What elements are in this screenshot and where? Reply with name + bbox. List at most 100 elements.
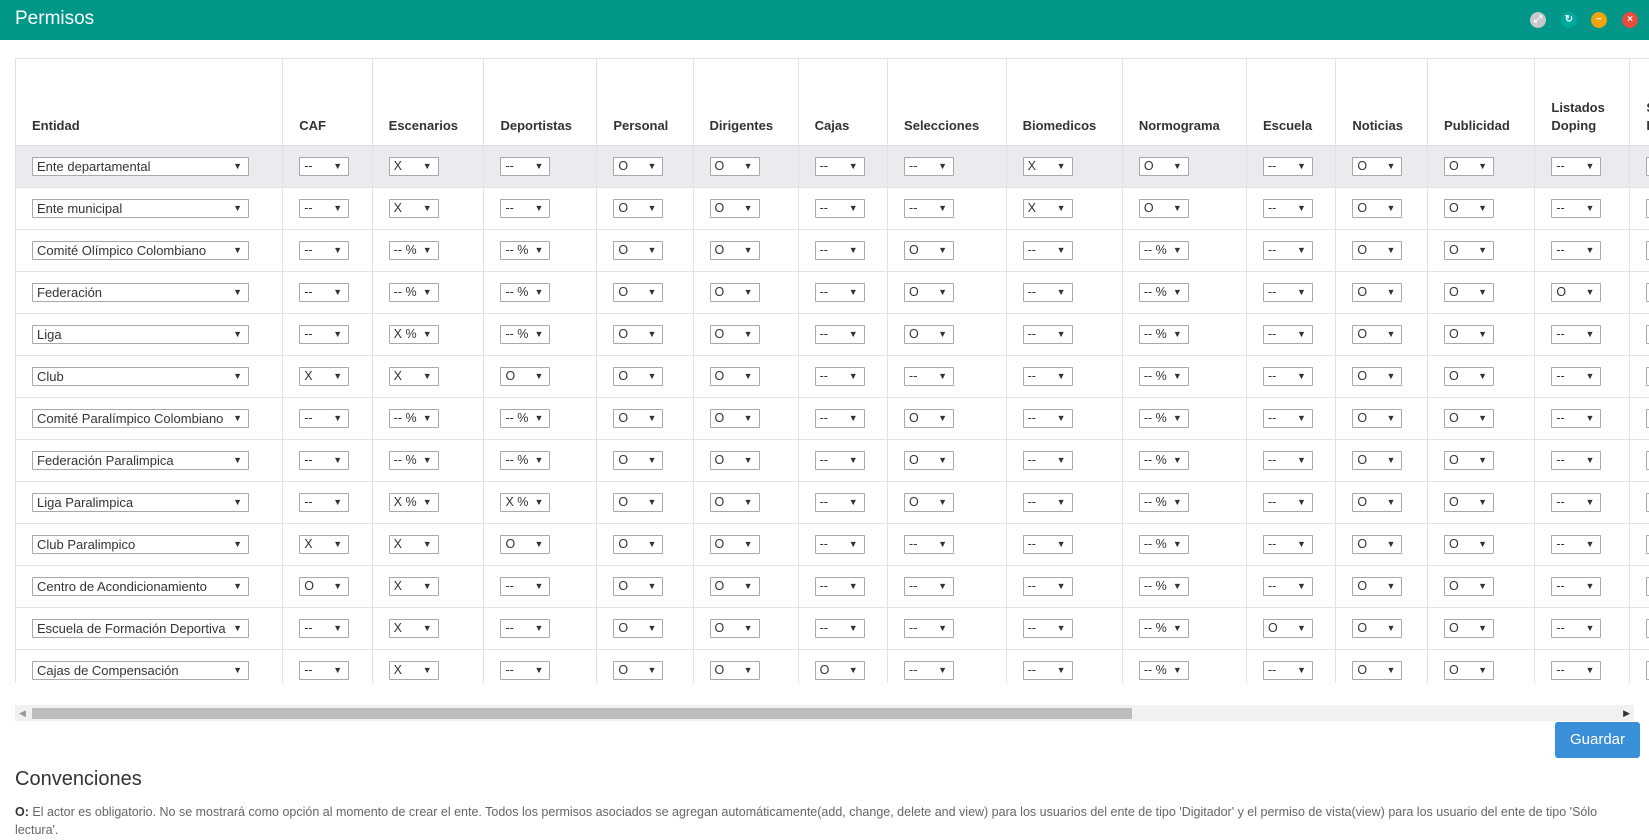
permission-select[interactable]: -- ▼	[1551, 157, 1602, 176]
permission-select[interactable]: -- ▼	[1262, 199, 1313, 218]
permission-select[interactable]: X % ▼	[388, 325, 439, 344]
permission-select[interactable]: X▼	[388, 199, 439, 218]
permission-select[interactable]: O ▼	[904, 493, 955, 512]
entity-select[interactable]: Federación Paralimpica ▼	[32, 451, 249, 470]
permission-select[interactable]: -- ▼	[1262, 577, 1313, 596]
permission-select[interactable]: O ▼	[709, 493, 760, 512]
permission-select[interactable]: -- ▼	[1551, 577, 1602, 596]
permission-select[interactable]: -- ▼	[1551, 409, 1602, 428]
permission-select[interactable]: X % ▼	[388, 493, 439, 512]
permission-select[interactable]: -- % ▼	[500, 409, 551, 428]
permission-select[interactable]: O ▼	[904, 241, 955, 260]
entity-select[interactable]: Ente departamental ▼	[32, 157, 249, 176]
permission-select[interactable]: X▼	[388, 661, 439, 680]
permission-select[interactable]: O ▼	[1444, 535, 1495, 554]
permission-select[interactable]: -- ▼	[500, 619, 551, 638]
permission-select[interactable]: -- ▼	[1262, 241, 1313, 260]
permission-select[interactable]: O ▼	[1444, 241, 1495, 260]
entity-select[interactable]: Cajas de Compensación ▼	[32, 661, 249, 680]
permission-select[interactable]: -- ▼	[299, 325, 350, 344]
permission-select[interactable]: O ▼	[709, 199, 760, 218]
permission-select[interactable]: -- ▼	[814, 157, 865, 176]
expand-icon[interactable]: ⤢	[1530, 12, 1546, 28]
permission-select[interactable]: -- ▼	[1022, 535, 1073, 554]
permission-select[interactable]: -- ▼	[1022, 661, 1073, 680]
permission-select[interactable]: -- % ▼	[1138, 493, 1189, 512]
permission-select[interactable]: X▼	[1022, 157, 1073, 176]
permission-select[interactable]: -- ▼	[904, 367, 955, 386]
permission-select[interactable]: O ▼	[709, 241, 760, 260]
entity-select[interactable]: Escuela de Formación Deportiva ▼	[32, 619, 249, 638]
permission-select[interactable]: O ▼	[1352, 451, 1403, 470]
permission-select[interactable]: X▼	[1022, 199, 1073, 218]
permission-select[interactable]: -- ▼	[814, 241, 865, 260]
permission-select[interactable]: O ▼	[613, 661, 664, 680]
permission-select[interactable]: -- % ▼	[1138, 619, 1189, 638]
permission-select[interactable]: O ▼	[1352, 619, 1403, 638]
permission-select[interactable]: -- ▼	[1022, 451, 1073, 470]
permission-select[interactable]: O ▼	[1352, 661, 1403, 680]
permission-select[interactable]: O ▼	[1352, 409, 1403, 428]
permission-select[interactable]: O ▼	[1352, 577, 1403, 596]
permission-select[interactable]: O ▼	[1444, 283, 1495, 302]
permission-select[interactable]: -- % ▼	[1138, 535, 1189, 554]
permission-select[interactable]: O ▼	[904, 325, 955, 344]
permission-select[interactable]: -- ▼	[299, 661, 350, 680]
permission-select[interactable]: -- ▼	[1551, 199, 1602, 218]
permission-select[interactable]: X▼	[388, 367, 439, 386]
permission-select[interactable]: -- % ▼	[1138, 325, 1189, 344]
permission-select[interactable]: -- ▼	[1022, 577, 1073, 596]
permission-select[interactable]: O ▼	[1444, 157, 1495, 176]
entity-select[interactable]: Club ▼	[32, 367, 249, 386]
permission-select[interactable]: -- % ▼	[388, 283, 439, 302]
horizontal-scrollbar[interactable]: ◀ ▶	[15, 705, 1634, 721]
permission-select[interactable]: O ▼	[613, 619, 664, 638]
permission-select[interactable]: O ▼	[613, 451, 664, 470]
permission-select[interactable]: -- % ▼	[500, 451, 551, 470]
permission-select[interactable]: -- ▼	[904, 157, 955, 176]
permission-select[interactable]: -- ▼	[904, 577, 955, 596]
permission-select[interactable]: -- ▼	[1022, 493, 1073, 512]
permission-select[interactable]: -- ▼	[1551, 241, 1602, 260]
permission-select[interactable]: -- ▼	[299, 493, 350, 512]
permission-select[interactable]: -- ▼	[1551, 367, 1602, 386]
permission-select[interactable]: O ▼	[1444, 367, 1495, 386]
entity-select[interactable]: Liga ▼	[32, 325, 249, 344]
permission-select[interactable]: X % ▼	[500, 493, 551, 512]
permission-select[interactable]: O ▼	[709, 409, 760, 428]
permission-select[interactable]: -- % ▼	[500, 241, 551, 260]
permission-select[interactable]: O ▼	[1444, 451, 1495, 470]
permission-select[interactable]: O ▼	[1352, 493, 1403, 512]
permission-select[interactable]: -- % ▼	[500, 283, 551, 302]
permission-select[interactable]: O ▼	[709, 283, 760, 302]
permission-select[interactable]: -- ▼	[814, 577, 865, 596]
permission-select[interactable]: -- ▼	[1262, 409, 1313, 428]
close-icon[interactable]: ×	[1622, 12, 1638, 28]
permission-select[interactable]: O ▼	[1444, 199, 1495, 218]
permission-select[interactable]: -- ▼	[814, 535, 865, 554]
permission-select[interactable]: -- ▼	[1022, 619, 1073, 638]
permission-select[interactable]: O ▼	[613, 577, 664, 596]
permission-select[interactable]: O ▼	[904, 283, 955, 302]
permission-select[interactable]: -- ▼	[814, 325, 865, 344]
permission-select[interactable]: -- ▼	[299, 451, 350, 470]
permission-select[interactable]: O ▼	[613, 199, 664, 218]
permission-select[interactable]: -- ▼	[299, 157, 350, 176]
permission-select[interactable]: O ▼	[709, 535, 760, 554]
permission-select[interactable]: O ▼	[1352, 157, 1403, 176]
entity-select[interactable]: Federación ▼	[32, 283, 249, 302]
permission-select[interactable]: O ▼	[709, 661, 760, 680]
permission-select[interactable]: -- % ▼	[388, 409, 439, 428]
permission-select[interactable]: -- ▼	[1551, 661, 1602, 680]
permission-select[interactable]: O ▼	[1444, 409, 1495, 428]
permission-select[interactable]: -- ▼	[1551, 619, 1602, 638]
entity-select[interactable]: Liga Paralimpica ▼	[32, 493, 249, 512]
permission-select[interactable]: O ▼	[814, 661, 865, 680]
permission-select[interactable]: O ▼	[1138, 157, 1189, 176]
permission-select[interactable]: -- ▼	[1262, 535, 1313, 554]
permission-select[interactable]: O ▼	[613, 241, 664, 260]
permission-select[interactable]: X▼	[299, 367, 350, 386]
permission-select[interactable]: -- ▼	[1262, 451, 1313, 470]
permission-select[interactable]: O ▼	[709, 367, 760, 386]
permission-select[interactable]: -- ▼	[500, 577, 551, 596]
